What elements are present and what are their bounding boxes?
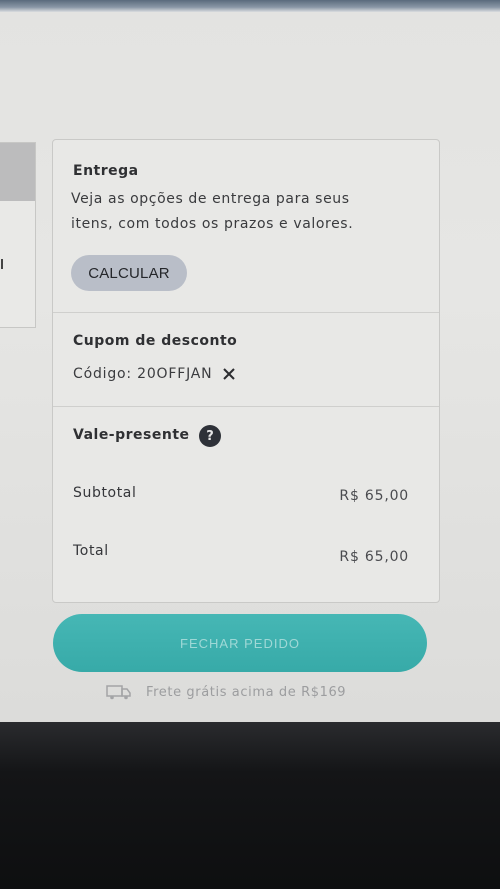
delivery-title: Entrega [73,163,139,179]
free-shipping-note: Frete grátis acima de R$169 [106,684,346,700]
calculate-shipping-button[interactable]: CALCULAR [71,255,187,291]
gift-card-title: Vale-presente [73,427,190,443]
checkout-button[interactable]: FECHAR PEDIDO [53,614,427,672]
monitor-screen: Entrega Veja as opções de entrega para s… [0,0,500,722]
subtotal-label: Subtotal [73,485,137,501]
left-card-header [0,143,35,201]
monitor-bezel [0,722,500,889]
total-value: R$ 65,00 [339,549,409,565]
subtotal-value: R$ 65,00 [339,488,409,504]
free-shipping-text: Frete grátis acima de R$169 [146,684,347,700]
coupon-title: Cupom de desconto [73,333,238,349]
coupon-code-text: Código: 20OFFJAN [73,366,213,382]
section-divider [53,312,439,313]
coupon-code-row: Código: 20OFFJAN [73,366,236,382]
section-divider [53,406,439,407]
total-label: Total [73,543,109,559]
remove-coupon-icon[interactable] [222,367,236,381]
left-card-mark [1,259,3,269]
browser-top-strip [0,0,500,12]
order-summary-panel: Entrega Veja as opções de entrega para s… [52,139,440,603]
question-icon[interactable]: ? [199,425,221,447]
delivery-description-line1: Veja as opções de entrega para seus [71,191,350,207]
delivery-description-line2: itens, com todos os prazos e valores. [71,216,354,232]
truck-icon [106,684,132,700]
left-cart-card [0,142,36,328]
